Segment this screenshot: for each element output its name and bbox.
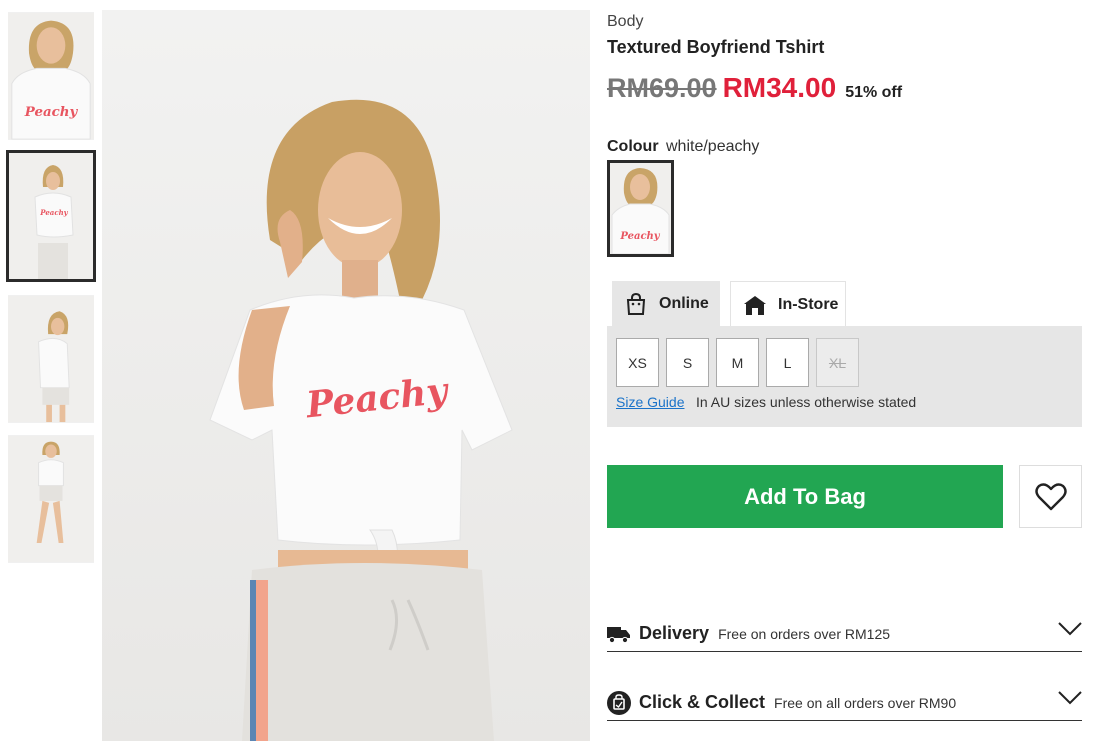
colour-label: Colour (607, 138, 659, 155)
delivery-title: Delivery (639, 623, 710, 643)
size-s-button[interactable]: S (666, 338, 709, 387)
thumbnail-2[interactable]: Peachy (6, 150, 96, 282)
chevron-down-icon (1058, 622, 1082, 636)
click-collect-title: Click & Collect (639, 692, 766, 712)
price-row: RM69.00 RM34.00 51% off (607, 72, 902, 104)
size-guide-link[interactable]: Size Guide (616, 394, 684, 410)
collect-icon (607, 690, 631, 715)
chevron-down-icon (1058, 691, 1082, 705)
truck-icon (607, 622, 631, 646)
swatch-print-text: Peachy (619, 231, 660, 242)
store-icon (744, 295, 766, 315)
thumbnail-4[interactable] (6, 433, 96, 565)
original-price: RM69.00 (607, 73, 717, 103)
thumbnail-full-length-image (8, 435, 94, 563)
model-photo: Peachy (102, 10, 590, 741)
size-xl-button-unavailable: XL (816, 338, 859, 387)
delivery-accordion[interactable]: Delivery Free on orders over RM125 (607, 616, 1082, 652)
size-selector-panel: XS S M L XL Size Guide In AU sizes unles… (607, 326, 1082, 427)
thumbnail-closeup-image: Peachy (8, 12, 94, 140)
tab-in-store-label: In-Store (778, 295, 839, 313)
sale-price: RM34.00 (722, 72, 837, 103)
main-product-image[interactable]: Peachy (102, 10, 590, 741)
size-xs-button[interactable]: XS (616, 338, 659, 387)
colour-selector-label: Colour white/peachy (607, 138, 759, 156)
click-collect-accordion[interactable]: Click & Collect Free on all orders over … (607, 685, 1082, 721)
thumbnail-3[interactable] (6, 293, 96, 425)
product-details: Body Textured Boyfriend Tshirt RM69.00 R… (607, 0, 1083, 752)
add-to-bag-button[interactable]: Add To Bag (607, 465, 1003, 528)
heart-icon (1034, 482, 1067, 510)
thumbnail-print-text: Peachy (39, 208, 68, 217)
discount-badge: 51% off (845, 84, 903, 101)
colour-swatch-white-peachy[interactable]: Peachy (607, 160, 674, 257)
thumbnail-1[interactable]: Peachy (6, 10, 96, 142)
size-note: In AU sizes unless otherwise stated (696, 394, 917, 410)
thumbnail-side-image (8, 295, 94, 423)
shopping-bag-icon (626, 292, 646, 315)
wishlist-button[interactable] (1019, 465, 1082, 528)
tab-online-label: Online (659, 295, 709, 312)
thumbnail-print-text: Peachy (24, 104, 79, 120)
thumbnail-front-image: Peachy (9, 153, 93, 279)
click-collect-subtitle: Free on all orders over RM90 (774, 694, 957, 711)
delivery-subtitle: Free on orders over RM125 (718, 625, 891, 642)
product-title: Textured Boyfriend Tshirt (607, 37, 825, 57)
tab-in-store[interactable]: In-Store (730, 281, 846, 327)
colour-value: white/peachy (666, 138, 760, 155)
tab-online[interactable]: Online (612, 281, 720, 327)
brand-name: Body (607, 13, 644, 30)
size-m-button[interactable]: M (716, 338, 759, 387)
swatch-image: Peachy (610, 163, 671, 254)
size-l-button[interactable]: L (766, 338, 809, 387)
